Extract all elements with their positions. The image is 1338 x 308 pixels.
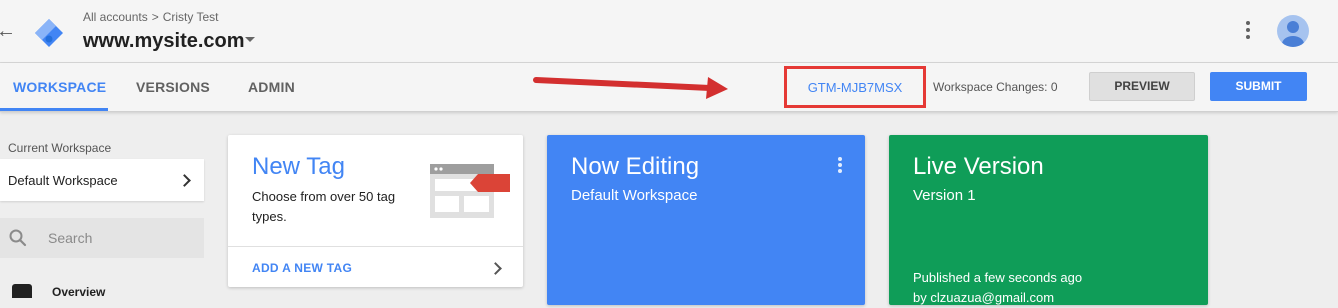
tab-admin[interactable]: ADMIN <box>248 79 295 95</box>
tab-workspace[interactable]: WORKSPACE <box>13 79 106 95</box>
now-editing-title: Now Editing <box>571 153 700 180</box>
workspace-changes-count: Workspace Changes: 0 <box>933 80 1058 94</box>
search-icon <box>9 229 27 247</box>
published-by: by clzuazua@gmail.com <box>913 290 1055 305</box>
sidebar-item-overview[interactable]: Overview <box>52 285 105 299</box>
breadcrumb-account[interactable]: Cristy Test <box>163 10 219 24</box>
card-divider <box>228 246 523 247</box>
container-name[interactable]: www.mysite.com <box>83 30 245 53</box>
breadcrumb-separator: > <box>151 10 159 24</box>
back-arrow-icon[interactable]: ← <box>0 20 16 43</box>
new-tag-title[interactable]: New Tag <box>252 153 345 181</box>
chevron-right-icon <box>178 174 191 187</box>
search-placeholder: Search <box>48 230 93 246</box>
tab-versions[interactable]: VERSIONS <box>136 79 210 95</box>
container-dropdown-icon[interactable] <box>245 37 255 42</box>
overview-icon <box>12 284 32 298</box>
live-version-card[interactable]: Live Version Version 1 Published a few s… <box>889 135 1208 305</box>
new-tag-card[interactable]: New Tag Choose from over 50 tag types. A… <box>228 135 523 287</box>
live-version-number: Version 1 <box>913 187 976 204</box>
preview-button[interactable]: PREVIEW <box>1089 72 1195 101</box>
search-input[interactable]: Search <box>0 218 204 258</box>
tag-illustration-icon <box>430 164 510 218</box>
chevron-right-icon[interactable] <box>489 262 502 275</box>
user-avatar-icon <box>1282 21 1304 47</box>
published-time: Published a few seconds ago <box>913 270 1083 285</box>
gtm-logo-icon <box>35 19 63 47</box>
current-workspace-caption: Current Workspace <box>8 141 112 155</box>
active-tab-indicator <box>0 108 108 111</box>
now-editing-card[interactable]: Now Editing Default Workspace <box>547 135 865 305</box>
more-options-icon[interactable] <box>838 157 844 177</box>
avatar[interactable] <box>1277 15 1309 47</box>
new-tag-description: Choose from over 50 tag types. <box>252 189 396 224</box>
red-arrow-annotation <box>533 77 728 99</box>
more-options-icon[interactable] <box>1240 18 1256 44</box>
published-info: Published a few seconds ago by clzuazua@… <box>913 268 1082 308</box>
container-id-highlight: GTM-MJB7MSX <box>784 66 926 108</box>
container-id[interactable]: GTM-MJB7MSX <box>787 80 923 95</box>
live-version-title: Live Version <box>913 153 1044 180</box>
add-new-tag-link[interactable]: ADD A NEW TAG <box>252 261 352 275</box>
breadcrumb: All accounts > Cristy Test <box>83 10 219 24</box>
now-editing-workspace: Default Workspace <box>571 187 698 204</box>
submit-button[interactable]: SUBMIT <box>1210 72 1307 101</box>
app-header: ← All accounts > Cristy Test www.mysite.co… <box>0 0 1338 63</box>
workspace-selector-label: Default Workspace <box>8 173 118 188</box>
breadcrumb-all-accounts[interactable]: All accounts <box>83 10 148 24</box>
workspace-selector[interactable]: Default Workspace <box>0 159 204 201</box>
